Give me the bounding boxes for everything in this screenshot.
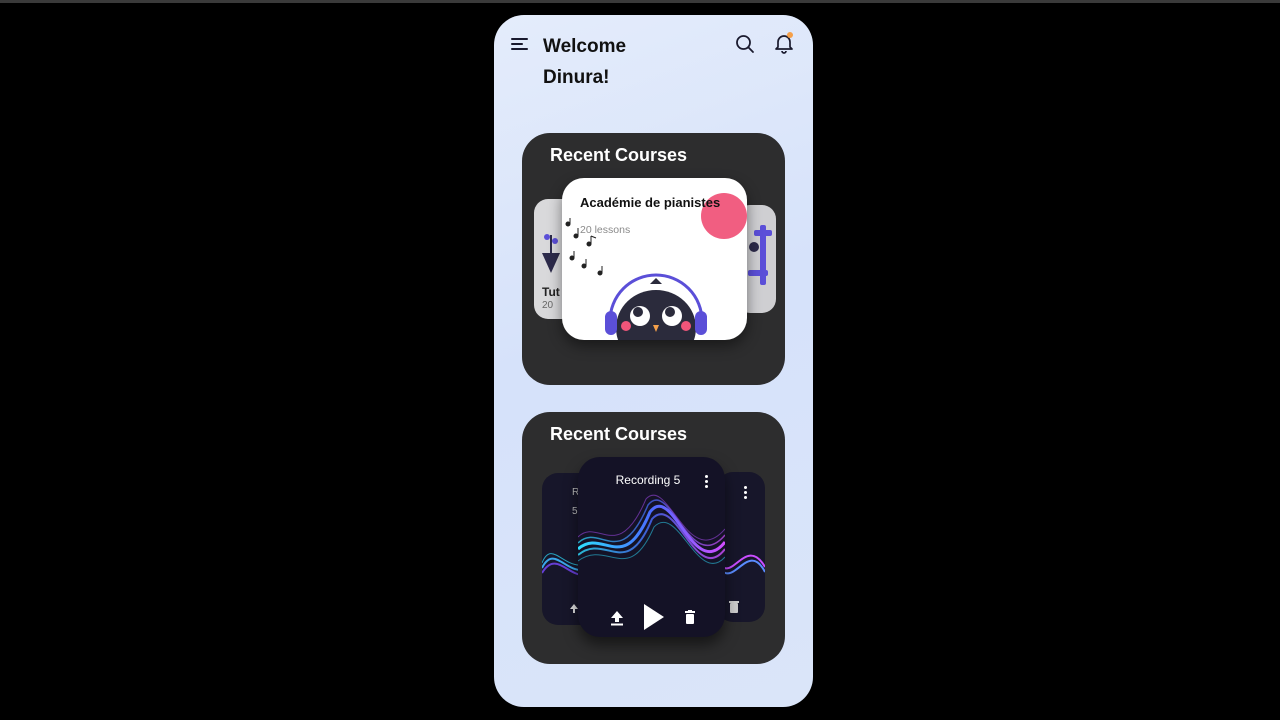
recent-recordings-card: Recent Courses R 5 g xyxy=(522,412,785,664)
welcome-greeting: Welcome Dinura! xyxy=(543,36,627,88)
app-header: Welcome Dinura! xyxy=(494,15,813,105)
section-title-2: Recent Courses xyxy=(550,424,688,444)
notification-badge xyxy=(787,32,793,38)
recording-tile-active[interactable]: Recording 5 xyxy=(578,457,725,637)
upload-icon[interactable] xyxy=(610,610,624,626)
hamburger-menu-icon[interactable] xyxy=(511,38,529,52)
recording-controls xyxy=(578,602,725,632)
recording-name: Recording 5 xyxy=(615,473,681,487)
play-icon[interactable] xyxy=(642,603,666,631)
course-tile-active[interactable]: Académie de pianistes 20 lessons xyxy=(562,178,747,340)
phone-screen: Welcome Dinura! Recent Courses Tut 20 Ac… xyxy=(494,15,813,707)
search-icon[interactable] xyxy=(735,34,755,54)
waveform-graphic xyxy=(578,494,725,564)
window-top-border xyxy=(0,0,1280,3)
recent-courses-card: Recent Courses Tut 20 Académie de pianis… xyxy=(522,133,785,385)
headphone-mascot-illustration-icon xyxy=(605,273,707,340)
section-title: Recent Courses xyxy=(550,145,688,165)
course-lessons-partial: 20 xyxy=(542,300,554,311)
instrument-illustration-icon xyxy=(542,234,560,273)
course-name: Académie de pianistes xyxy=(580,195,721,210)
guitar-illustration-icon xyxy=(748,225,772,285)
trash-icon[interactable] xyxy=(728,600,740,614)
trash-icon[interactable] xyxy=(684,610,696,625)
more-options-icon[interactable] xyxy=(743,484,749,502)
course-name-partial: Tut xyxy=(542,285,560,299)
